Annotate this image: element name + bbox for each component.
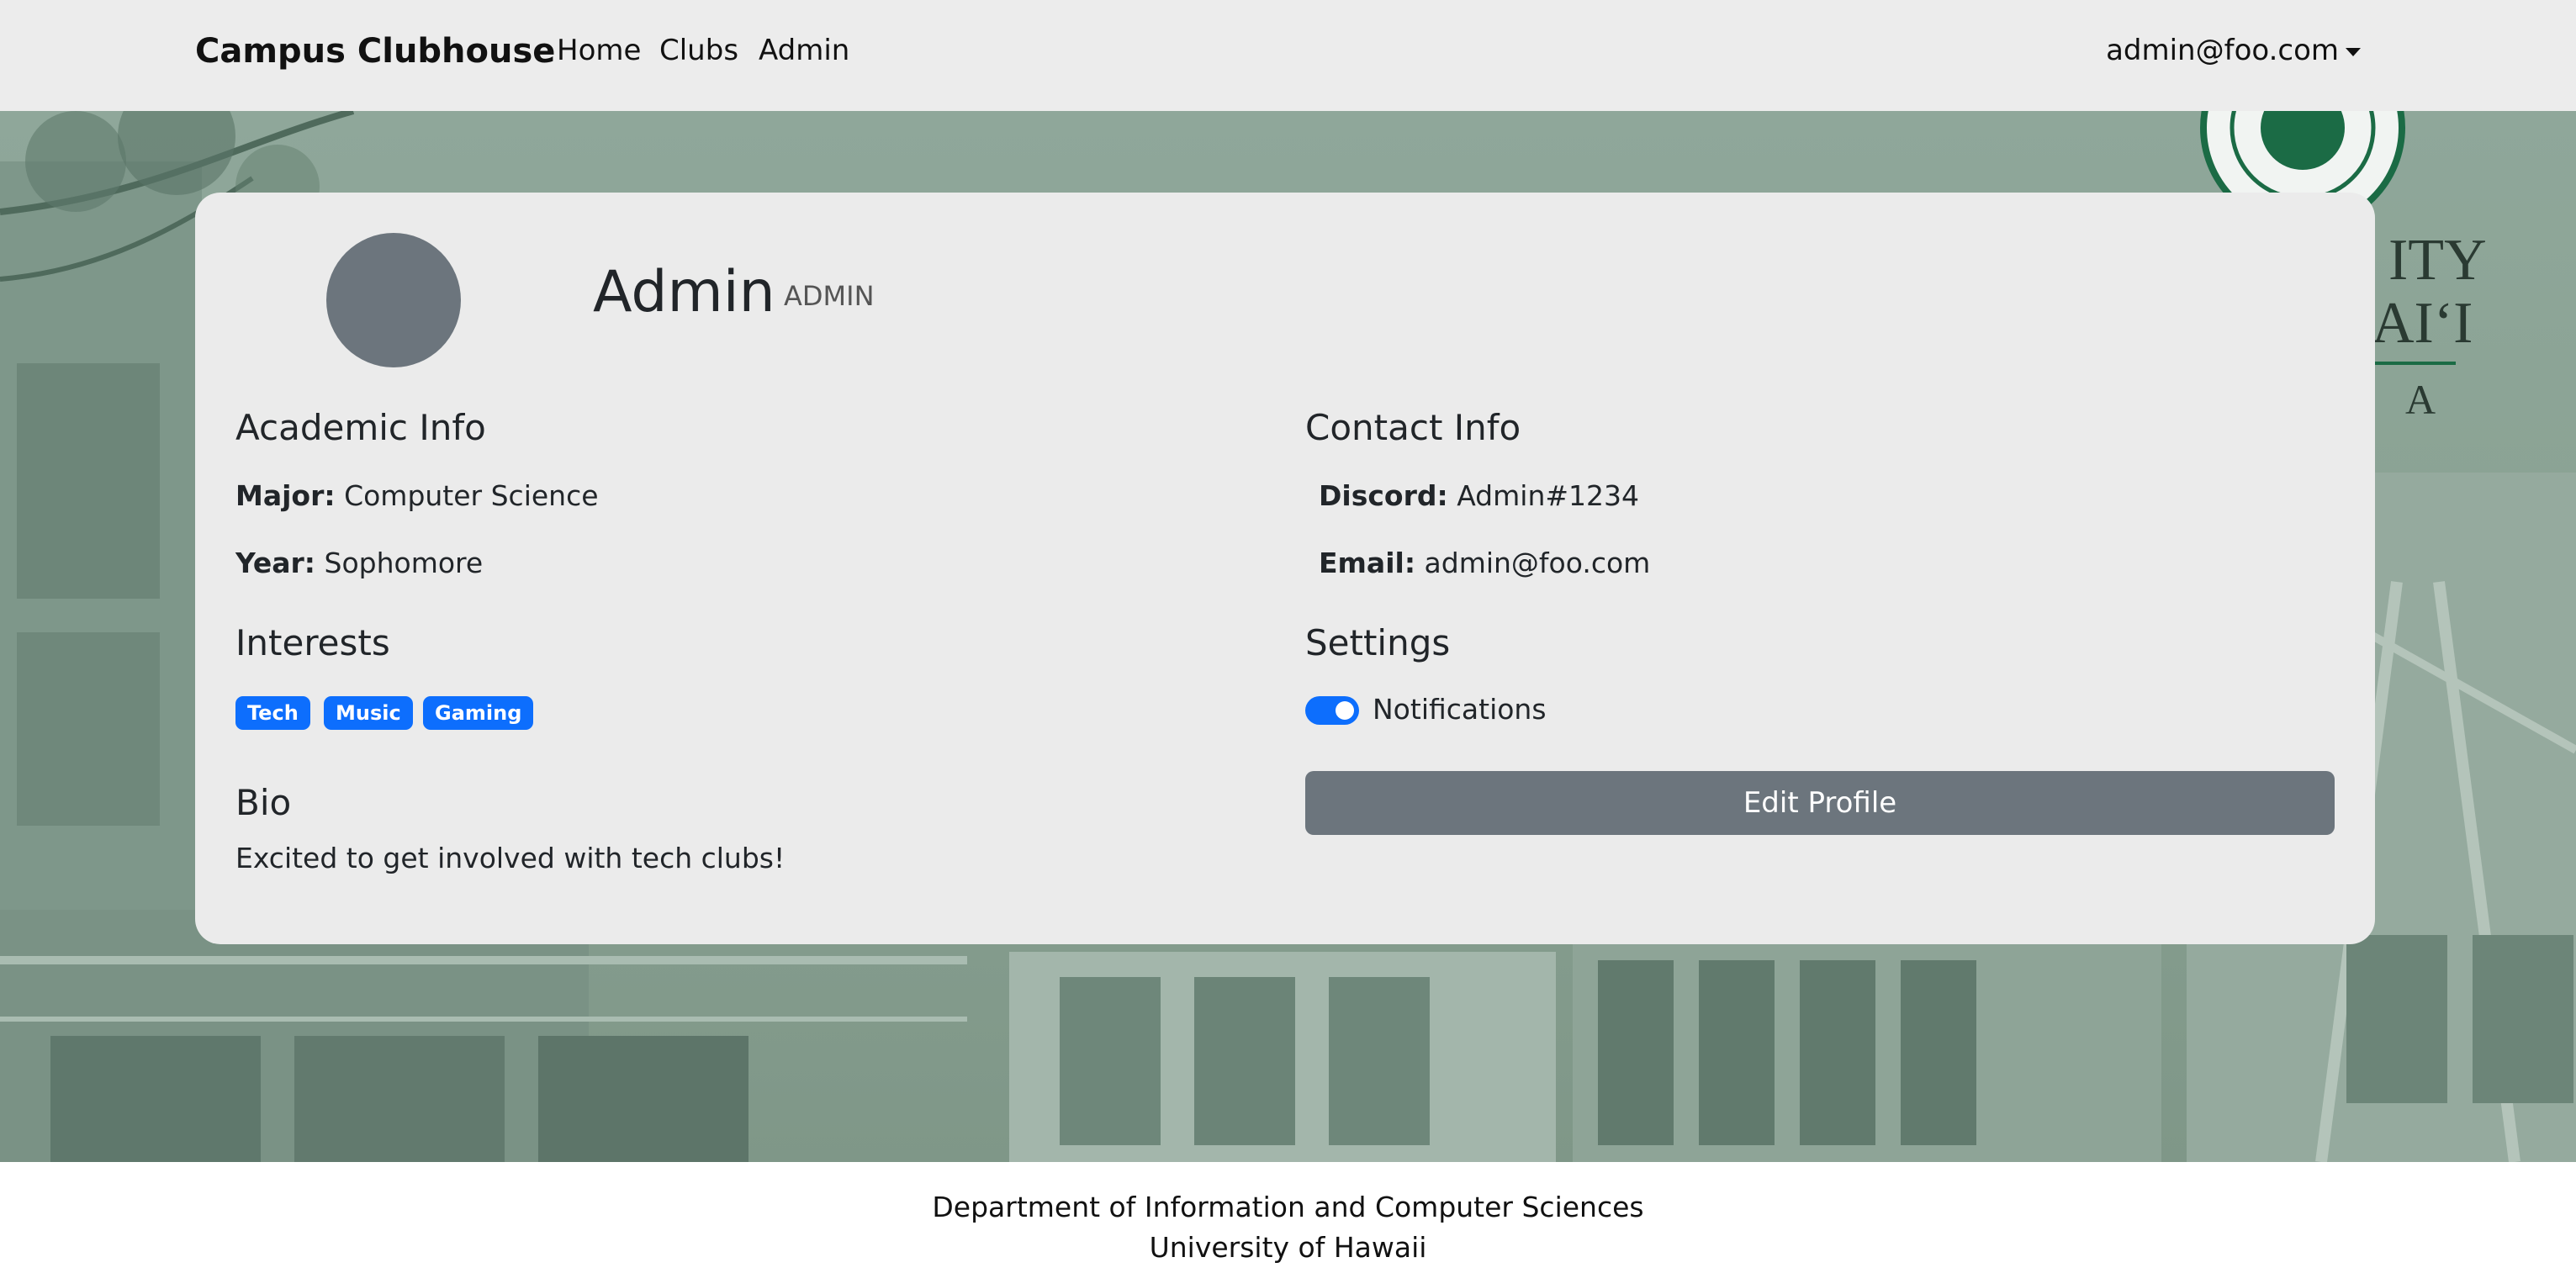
edit-profile-button[interactable]: Edit Profile xyxy=(1305,771,2335,835)
footer: Department of Information and Computer S… xyxy=(0,1162,2576,1273)
footer-university: University of Hawaii xyxy=(1149,1231,1427,1264)
settings-heading: Settings xyxy=(1305,622,1451,663)
avatar xyxy=(326,233,461,367)
interest-tag-gaming: Gaming xyxy=(423,696,534,730)
contact-info-heading: Contact Info xyxy=(1305,407,1521,448)
notifications-toggle[interactable] xyxy=(1305,696,1359,725)
toggle-knob xyxy=(1336,701,1354,720)
email-field: Email: admin@foo.com xyxy=(1319,547,1650,579)
discord-value: Admin#1234 xyxy=(1457,479,1639,512)
nav-link-home[interactable]: Home xyxy=(557,34,641,67)
svg-text:AIʻI: AIʻI xyxy=(2372,291,2473,356)
interests-heading: Interests xyxy=(235,622,390,663)
bio-heading: Bio xyxy=(235,782,292,823)
brand-link[interactable]: Campus Clubhouse xyxy=(195,32,555,71)
chevron-down-icon xyxy=(2346,47,2361,56)
nav-link-admin[interactable]: Admin xyxy=(759,34,849,67)
profile-role: ADMIN xyxy=(784,280,875,312)
interest-tag-music: Music xyxy=(324,696,413,730)
year-value: Sophomore xyxy=(324,547,484,579)
bio-text: Excited to get involved with tech clubs! xyxy=(235,842,785,874)
discord-label: Discord: xyxy=(1319,479,1448,512)
interest-tag-tech: Tech xyxy=(235,696,310,730)
svg-text:ITY: ITY xyxy=(2388,228,2487,293)
major-field: Major: Computer Science xyxy=(235,479,599,512)
discord-field: Discord: Admin#1234 xyxy=(1319,479,1639,512)
user-dropdown[interactable]: admin@foo.com xyxy=(2106,34,2361,67)
footer-department: Department of Information and Computer S… xyxy=(932,1191,1644,1223)
year-field: Year: Sophomore xyxy=(235,547,483,579)
nav-link-clubs[interactable]: Clubs xyxy=(659,34,738,67)
user-dropdown-label: admin@foo.com xyxy=(2106,34,2339,67)
major-label: Major: xyxy=(235,479,336,512)
notifications-label: Notifications xyxy=(1373,693,1547,726)
profile-name: Admin xyxy=(593,259,775,325)
email-label: Email: xyxy=(1319,547,1416,579)
academic-info-heading: Academic Info xyxy=(235,407,486,448)
svg-text:A: A xyxy=(2405,376,2436,423)
navbar: Campus Clubhouse Home Clubs Admin admin@… xyxy=(0,0,2576,112)
major-value: Computer Science xyxy=(344,479,599,512)
email-value: admin@foo.com xyxy=(1424,547,1651,579)
year-label: Year: xyxy=(235,547,315,579)
